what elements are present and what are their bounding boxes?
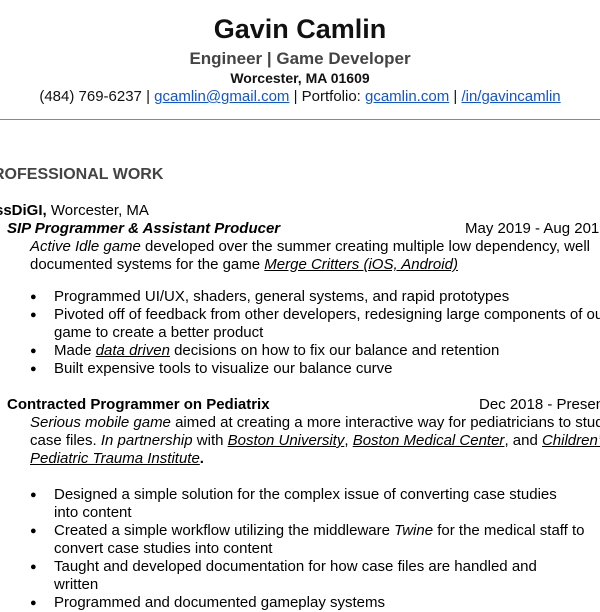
phone-number: (484) 769-6237 | [39,88,150,105]
bullet-item: Taught and developed documentation for h… [30,558,585,594]
company-line: ssDiGI, Worcester, MA [0,202,149,219]
contact-separator: | [449,88,462,105]
job-description: Active Idle game developed over the summ… [30,238,590,274]
job-dates: Dec 2018 - Present [479,396,600,413]
linkedin-link[interactable]: /in/gavincamlin [461,88,560,105]
job-dates: May 2019 - Aug 2019 [465,220,600,237]
job-description: Serious mobile game aimed at creating a … [30,414,600,468]
portfolio-link[interactable]: gcamlin.com [365,88,449,105]
job-title: SIP Programmer & Assistant Producer [7,220,281,237]
contact-separator: | Portfolio: [289,88,365,105]
email-link[interactable]: gcamlin@gmail.com [154,88,289,105]
company-name: ssDiGI, [0,202,47,219]
description-text: with [192,432,228,449]
contact-line: (484) 769-6237 | gcamlin@gmail.com | Por… [0,88,600,105]
company-location: Worcester, MA [46,202,149,219]
job-title: Contracted Programmer on Pediatrix [7,396,270,413]
game-link[interactable]: Merge Critters (iOS, Android) [264,256,458,273]
job-bullets: Designed a simple solution for the compl… [30,486,585,612]
bullet-item: Programmed and documented gameplay syste… [30,594,585,612]
resume-location: Worcester, MA 01609 [230,70,370,86]
bullet-item: Created a simple workflow utilizing the … [30,522,585,558]
game-type: Active Idle game [30,238,141,255]
description-text: documented systems for the game [30,256,265,273]
partner-link[interactable]: Boston Medical Center [353,432,505,449]
header-divider [0,119,600,120]
partner-link[interactable]: Boston University [228,432,345,449]
description-text: In partnership [100,432,193,449]
bullet-item: Built expensive tools to visualize our b… [30,360,600,378]
description-text: aimed at creating a more interactive way… [170,414,600,431]
partner-link[interactable]: Pediatric Trauma Institute [30,450,200,467]
resume-subtitle: Engineer | Game Developer [189,49,411,68]
bullet-item: Made data driven decisions on how to fix… [30,342,600,360]
job-bullets: Programmed UI/UX, shaders, general syste… [30,288,600,378]
partner-link[interactable]: Children’s [542,432,600,449]
bullet-item: Designed a simple solution for the compl… [30,486,585,522]
description-text: developed over the summer creating multi… [140,238,591,255]
bullet-item: Programmed UI/UX, shaders, general syste… [30,288,600,306]
bullet-item: Pivoted off of feedback from other devel… [30,306,600,342]
emphasis-link[interactable]: data driven [96,342,170,359]
game-type: Serious mobile game [30,414,171,431]
tool-name: Twine [394,522,434,539]
resume-name: Gavin Camlin [213,14,387,44]
section-title-professional-work: ROFESSIONAL WORK [0,166,164,183]
description-text: case files. [30,432,101,449]
